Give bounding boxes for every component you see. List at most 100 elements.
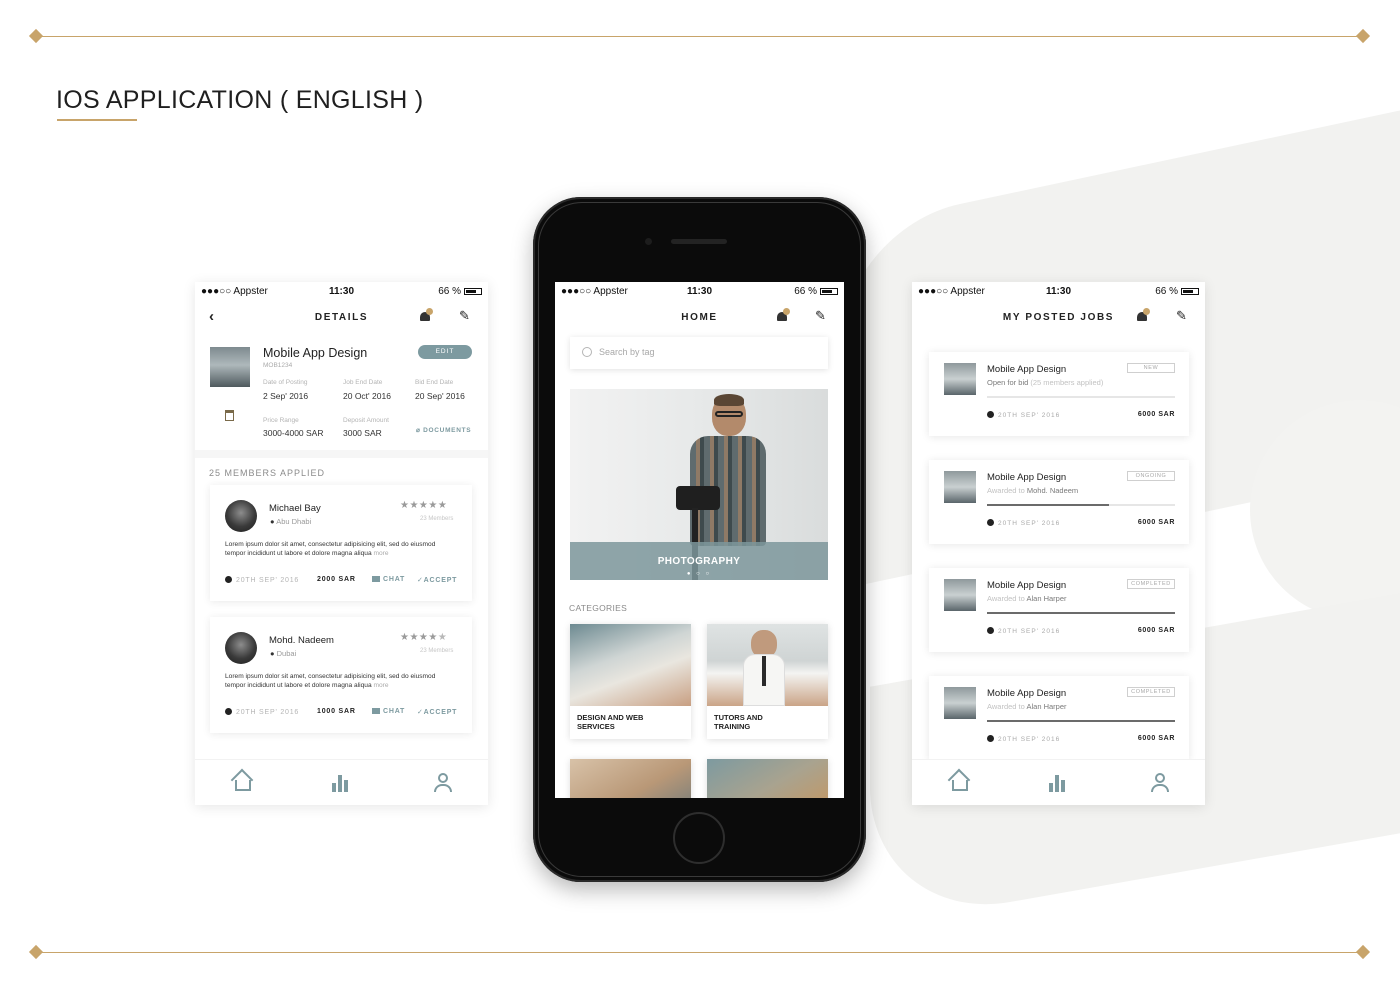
job-progress (987, 396, 1175, 398)
documents-link[interactable]: ⌀ DOCUMENTS (416, 426, 471, 434)
clock-icon (987, 627, 994, 634)
notification-bell-icon[interactable] (419, 308, 433, 322)
job-subtitle-prefix: Awarded to (987, 702, 1027, 711)
home-icon[interactable] (952, 780, 968, 791)
job-thumbnail (944, 579, 976, 611)
member-location-text: Abu Dhabi (276, 517, 312, 526)
job-thumbnail (944, 687, 976, 719)
accept-button[interactable]: ✓ACCEPT (417, 708, 457, 716)
more-link[interactable]: more (373, 682, 388, 689)
chart-icon[interactable] (1049, 774, 1073, 792)
job-progress (987, 612, 1175, 614)
job-date-text: 20TH SEP' 2016 (998, 520, 1061, 527)
diamond-ornament (28, 944, 44, 960)
battery-label: 66 % (438, 286, 461, 297)
job-price: 6000 SAR (1137, 735, 1175, 742)
page-title: IOS APPLICATION ( ENGLISH ) (56, 86, 424, 114)
section-divider (195, 450, 488, 458)
member-count: 23 Members (420, 516, 454, 522)
chat-label: CHAT (383, 576, 406, 583)
pencil-icon[interactable]: ✎ (815, 309, 826, 322)
location-pin-icon: ● (270, 517, 275, 526)
notification-bell-icon[interactable] (1136, 308, 1150, 322)
phone-home-button[interactable] (673, 812, 725, 864)
category-label-line1: TUTORS AND (714, 713, 763, 722)
accept-button[interactable]: ✓ACCEPT (417, 576, 457, 584)
user-icon[interactable] (434, 773, 452, 793)
member-description-text: Lorem ipsum dolor sit amet, consectetur … (225, 541, 436, 557)
category-card[interactable] (707, 759, 828, 798)
chat-button[interactable]: CHAT (372, 576, 405, 583)
search-placeholder: Search by tag (599, 347, 655, 357)
member-description-text: Lorem ipsum dolor sit amet, consectetur … (225, 673, 436, 689)
category-card[interactable]: DESIGN AND WEB SERVICES (570, 624, 691, 739)
chat-icon (372, 708, 380, 714)
job-subtitle-suffix: (25 members applied) (1028, 378, 1104, 387)
job-title: Mobile App Design (987, 472, 1067, 483)
nav-title: MY POSTED JOBS (1002, 312, 1115, 323)
clock-icon (225, 576, 232, 583)
job-price: 6000 SAR (1137, 519, 1175, 526)
battery-indicator: 66 % (438, 286, 482, 297)
status-bar: ●●●○○ Appster 11:30 66 % (195, 282, 488, 298)
status-badge: COMPLETED (1127, 687, 1175, 697)
battery-indicator: 66 % (1155, 286, 1199, 297)
clock-icon (987, 735, 994, 742)
member-card[interactable]: Mohd. Nadeem ● Dubai ★★★★★ 23 Members Lo… (210, 617, 472, 733)
job-card[interactable]: Mobile App Design Open for bid (25 membe… (929, 352, 1189, 436)
job-title: Mobile App Design (987, 580, 1067, 591)
search-field[interactable]: Search by tag (570, 337, 828, 369)
job-progress (987, 720, 1175, 722)
member-card[interactable]: Michael Bay ● Abu Dhabi ★★★★★ 23 Members… (210, 485, 472, 601)
edit-button[interactable]: EDIT (418, 345, 472, 359)
hero-banner[interactable]: PHOTOGRAPHY ● ○ ○ (570, 389, 828, 580)
job-subtitle-prefix: Awarded to (987, 486, 1027, 495)
pencil-icon[interactable]: ✎ (459, 309, 470, 322)
job-subtitle-prefix: Open for bid (987, 378, 1029, 387)
user-icon[interactable] (1151, 773, 1169, 793)
title-underline (57, 119, 137, 121)
front-camera (645, 238, 652, 245)
job-date: 20TH SEP' 2016 (987, 627, 1060, 635)
job-progress-fill (987, 612, 1175, 614)
bid-end-label: Bid End Date (415, 379, 454, 386)
member-date-text: 20TH SEP' 2016 (236, 709, 300, 716)
tab-bar (912, 759, 1205, 805)
more-link[interactable]: more (373, 550, 388, 557)
job-date: 20TH SEP' 2016 (987, 519, 1060, 527)
job-subtitle: Open for bid (25 members applied) (987, 378, 1103, 387)
deposit-value: 3000 SAR (343, 428, 382, 438)
job-progress-fill (987, 720, 1175, 722)
job-subtitle-prefix: Awarded to (987, 594, 1027, 603)
member-date: 20TH SEP' 2016 (225, 708, 299, 716)
category-image (707, 759, 828, 798)
member-description: Lorem ipsum dolor sit amet, consectetur … (225, 540, 457, 558)
member-location: ● Abu Dhabi (270, 517, 311, 526)
job-subtitle: Awarded to Alan Harper (987, 702, 1067, 711)
status-bar: ●●●○○ Appster 11:30 66 % (555, 282, 844, 298)
hero-label: PHOTOGRAPHY (657, 556, 741, 567)
job-thumbnail (944, 471, 976, 503)
category-image (570, 759, 691, 798)
job-card[interactable]: Mobile App Design Awarded to Alan Harper… (929, 568, 1189, 652)
category-label: DESIGN AND WEB SERVICES (577, 713, 643, 731)
price-range-value: 3000-4000 SAR (263, 428, 324, 438)
navbar: ‹ DETAILS ✎ (195, 304, 488, 334)
home-icon[interactable] (235, 780, 251, 791)
category-card[interactable] (570, 759, 691, 798)
members-heading: 25 MEMBERS APPLIED (209, 468, 326, 478)
chat-button[interactable]: CHAT (372, 708, 405, 715)
job-progress-fill (987, 396, 1175, 398)
notification-bell-icon[interactable] (776, 308, 790, 322)
job-card[interactable]: Mobile App Design Awarded to Alan Harper… (929, 676, 1189, 760)
bottom-divider (36, 952, 1364, 953)
categories-heading: CATEGORIES (569, 603, 628, 613)
trash-icon[interactable] (225, 410, 234, 421)
check-icon: ✓ (417, 577, 424, 584)
pencil-icon[interactable]: ✎ (1176, 309, 1187, 322)
job-card[interactable]: Mobile App Design Awarded to Mohd. Nadee… (929, 460, 1189, 544)
price-range-label: Price Range (263, 417, 299, 424)
phone-speaker (671, 239, 727, 244)
chart-icon[interactable] (332, 774, 356, 792)
category-card[interactable]: TUTORS AND TRAINING (707, 624, 828, 739)
